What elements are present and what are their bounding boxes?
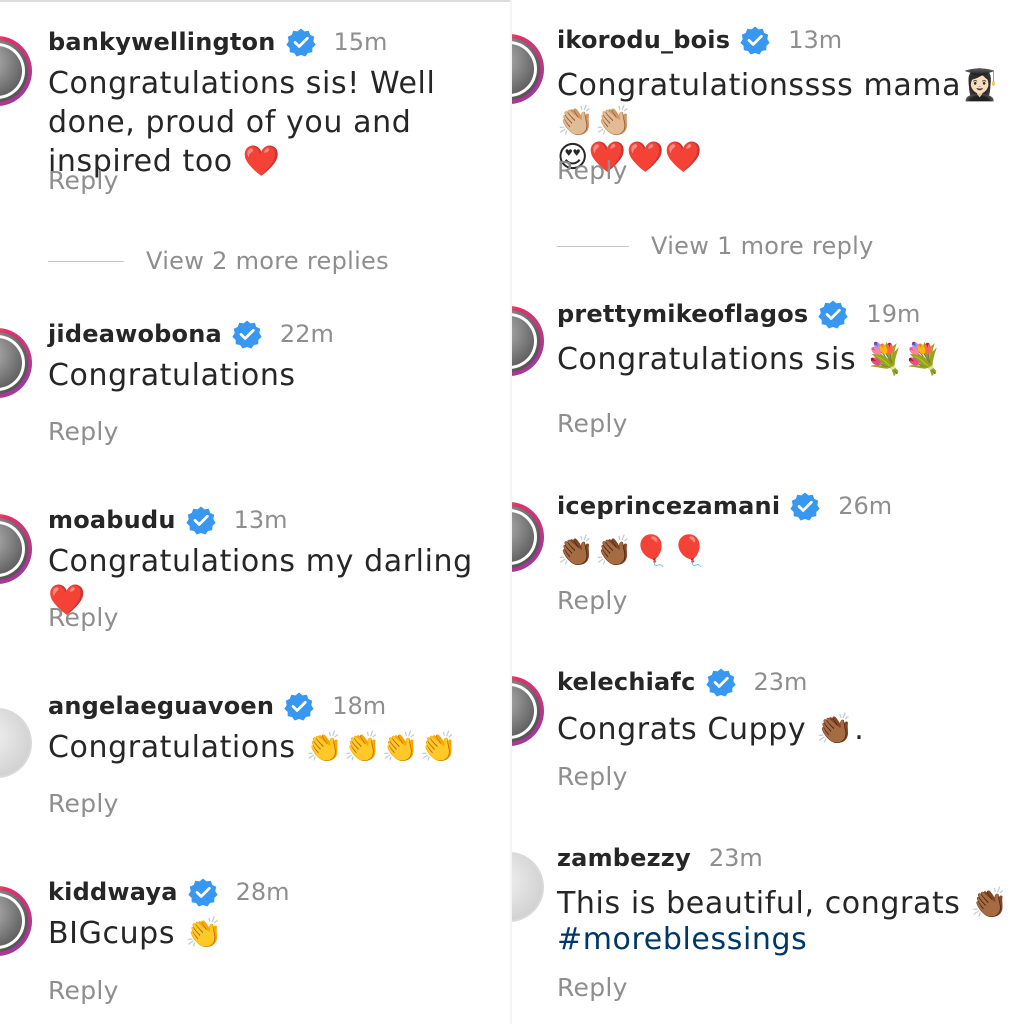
comment-item: kelechiafc 23m Congrats Cuppy 👏🏾. Reply xyxy=(512,664,1024,804)
username[interactable]: iceprincezamani xyxy=(557,492,780,520)
comment-item: ikorodu_bois 13m Congratulationssss mama… xyxy=(512,22,1024,202)
comment-text: Congrats Cuppy 👏🏾. xyxy=(557,712,865,747)
comment-text: 👏🏾👏🏾🎈🎈 xyxy=(557,534,709,569)
verified-badge-icon xyxy=(285,28,316,57)
comment-item: iceprincezamani 26m 👏🏾👏🏾🎈🎈 Reply xyxy=(512,488,1024,628)
avatar[interactable] xyxy=(0,36,32,106)
comment-meta: prettymikeoflagos 19m xyxy=(557,296,920,332)
username[interactable]: kelechiafc xyxy=(557,668,696,696)
right-screenshot-panel: ikorodu_bois 13m Congratulationssss mama… xyxy=(512,0,1024,1024)
comment-text: Congratulations sis 💐💐 xyxy=(557,342,943,377)
comment-meta: kelechiafc 23m xyxy=(557,664,807,700)
avatar[interactable] xyxy=(512,306,544,376)
comment-time: 23m xyxy=(753,668,808,696)
comment-meta: kiddwaya 28m xyxy=(48,874,290,910)
reply-button[interactable]: Reply xyxy=(48,976,119,1005)
username[interactable]: kiddwaya xyxy=(48,878,178,906)
verified-badge-icon xyxy=(186,506,216,535)
comment-time: 13m xyxy=(233,506,288,534)
comment-text: BIGcups 👏 xyxy=(48,916,224,951)
reply-button[interactable]: Reply xyxy=(48,789,119,818)
username[interactable]: ikorodu_bois xyxy=(557,26,730,54)
comment-text: Congratulations 👏👏👏👏 xyxy=(48,730,458,765)
avatar[interactable] xyxy=(0,886,32,956)
username[interactable]: prettymikeoflagos xyxy=(557,300,808,328)
comment-time: 28m xyxy=(235,878,290,906)
reply-button[interactable]: Reply xyxy=(557,409,628,438)
comment-text-body: This is beautiful, congrats 👏🏾 xyxy=(557,886,1009,921)
comment-time: 26m xyxy=(838,492,893,520)
comment-item: angelaeguavoen 18m Congratulations 👏👏👏👏 … xyxy=(0,688,512,828)
replies-divider xyxy=(48,260,124,262)
view-more-replies-button[interactable]: View 2 more replies xyxy=(48,246,389,276)
verified-badge-icon xyxy=(705,668,736,697)
view-more-replies-button[interactable]: View 1 more reply xyxy=(557,231,874,261)
view-more-replies-label: View 2 more replies xyxy=(146,247,389,275)
reply-button[interactable]: Reply xyxy=(557,973,628,1002)
username[interactable]: jideawobona xyxy=(48,320,222,348)
comment-text: This is beautiful, congrats 👏🏾 #morebles… xyxy=(557,886,1024,958)
reply-button[interactable]: Reply xyxy=(557,586,628,615)
comment-meta: bankywellington 15m xyxy=(48,24,387,60)
avatar[interactable] xyxy=(0,328,32,398)
comment-item: prettymikeoflagos 19m Congratulations si… xyxy=(512,296,1024,446)
reply-button[interactable]: Reply xyxy=(48,603,119,632)
reply-button[interactable]: Reply xyxy=(48,417,119,446)
comment-meta: zambezzy 23m xyxy=(557,840,763,876)
comment-text: Congratulations xyxy=(48,358,296,393)
avatar[interactable] xyxy=(512,676,544,746)
reply-button[interactable]: Reply xyxy=(557,762,628,791)
avatar[interactable] xyxy=(0,708,32,778)
comment-item: zambezzy 23m This is beautiful, congrats… xyxy=(512,840,1024,1024)
hashtag-link[interactable]: #moreblessings xyxy=(557,922,807,957)
comment-item: bankywellington 15m Congratulations sis!… xyxy=(0,24,512,214)
verified-badge-icon xyxy=(818,300,849,329)
reply-button[interactable]: Reply xyxy=(48,166,119,195)
verified-badge-icon xyxy=(232,320,262,349)
verified-badge-icon xyxy=(740,26,770,55)
verified-badge-icon xyxy=(188,878,218,907)
comment-meta: angelaeguavoen 18m xyxy=(48,688,386,724)
comment-time: 22m xyxy=(279,320,334,348)
comment-meta: jideawobona 22m xyxy=(48,316,334,352)
verified-badge-icon xyxy=(790,492,820,521)
comment-time: 23m xyxy=(708,844,763,872)
replies-divider xyxy=(557,245,629,247)
comment-item: kiddwaya 28m BIGcups 👏 Reply xyxy=(0,874,512,1024)
comment-text: Congratulations sis! Well done, proud of… xyxy=(48,66,446,179)
comment-item: jideawobona 22m Congratulations Reply xyxy=(0,316,512,456)
comment-meta: ikorodu_bois 13m xyxy=(557,22,842,58)
username[interactable]: angelaeguavoen xyxy=(48,692,274,720)
comment-meta: iceprincezamani 26m xyxy=(557,488,892,524)
username[interactable]: bankywellington xyxy=(48,28,276,56)
username[interactable]: moabudu xyxy=(48,506,176,534)
avatar[interactable] xyxy=(512,852,544,922)
comment-item: moabudu 13m Congratulations my darling ❤… xyxy=(0,502,512,642)
comment-time: 19m xyxy=(866,300,921,328)
reply-button[interactable]: Reply xyxy=(557,156,628,185)
avatar[interactable] xyxy=(0,514,32,584)
top-divider xyxy=(0,0,512,2)
avatar[interactable] xyxy=(512,34,544,104)
comment-time: 18m xyxy=(332,692,387,720)
comment-time: 15m xyxy=(333,28,388,56)
view-more-replies-label: View 1 more reply xyxy=(651,232,874,260)
left-screenshot-panel: bankywellington 15m Congratulations sis!… xyxy=(0,0,512,1024)
username[interactable]: zambezzy xyxy=(557,844,691,872)
comment-time: 13m xyxy=(788,26,843,54)
avatar[interactable] xyxy=(512,502,544,572)
verified-badge-icon xyxy=(284,692,314,721)
comment-meta: moabudu 13m xyxy=(48,502,288,538)
